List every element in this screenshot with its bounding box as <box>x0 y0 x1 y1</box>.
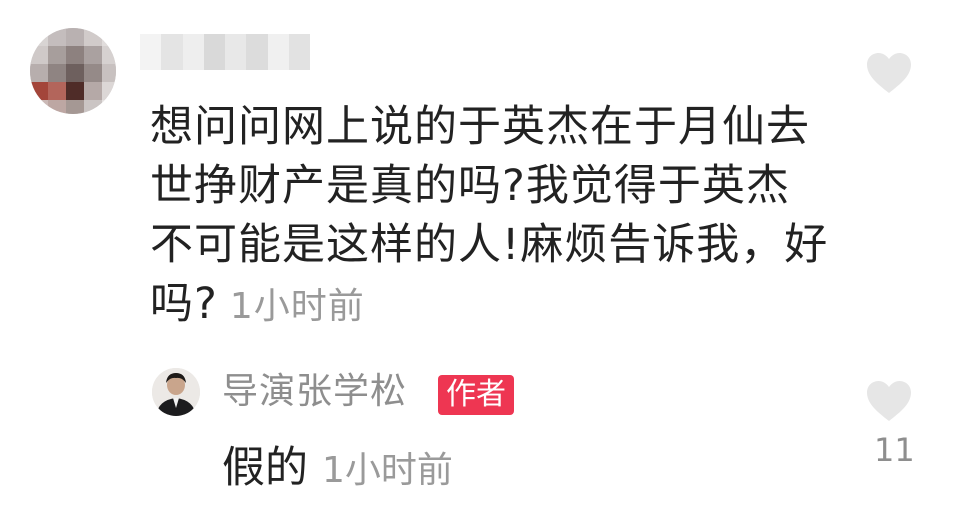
username-blurred[interactable] <box>140 34 310 70</box>
reply-time: 1小时前 <box>322 450 453 491</box>
comment-body: 想问问网上说的于英杰在于月仙去世挣财产是真的吗?我觉得于英杰不可能是这样的人!麻… <box>150 98 830 336</box>
reply-avatar[interactable] <box>152 368 200 416</box>
avatar[interactable] <box>30 28 116 114</box>
comment-time: 1小时前 <box>229 286 365 327</box>
author-badge: 作者 <box>438 375 514 415</box>
comment-thread: 想问问网上说的于英杰在于月仙去世挣财产是真的吗?我觉得于英杰不可能是这样的人!麻… <box>0 0 968 527</box>
heart-icon[interactable] <box>866 380 912 422</box>
reply-like-count: 11 <box>874 431 915 469</box>
heart-icon[interactable] <box>866 52 912 94</box>
reply-body: 假的 1小时前 <box>222 440 453 499</box>
reply-author-name[interactable]: 导演张学松 <box>222 370 407 414</box>
reply-text: 假的 <box>222 443 308 493</box>
